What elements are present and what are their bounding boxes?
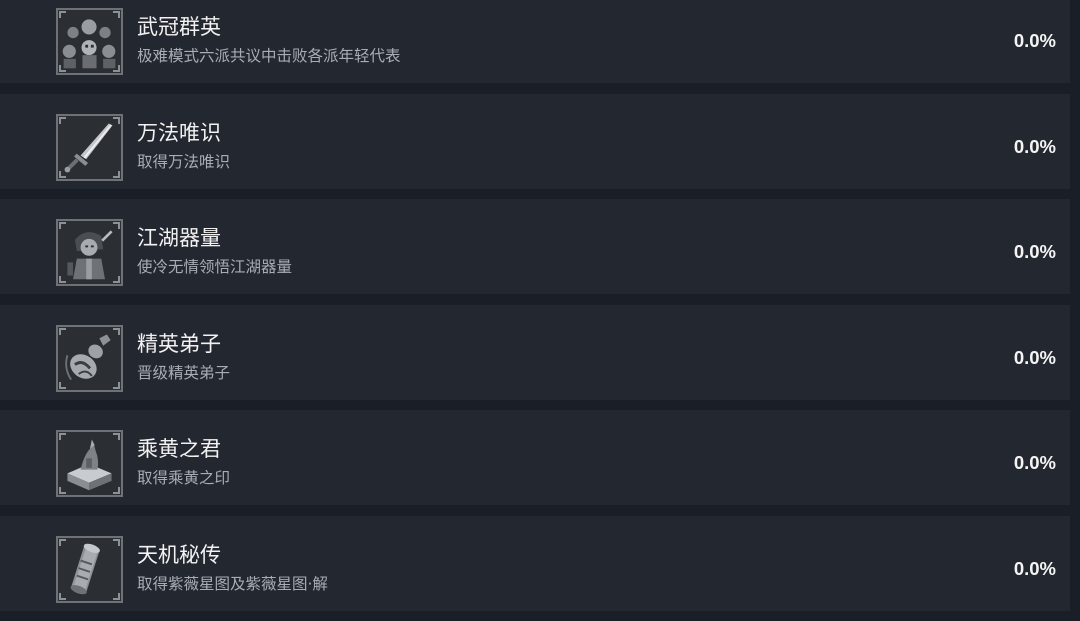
achievement-description: 极难模式六派共议中击败各派年轻代表 (137, 47, 401, 65)
gourd-icon (56, 324, 123, 392)
unlock-percentage: 0.0% (1013, 30, 1056, 51)
achievement-description: 晋级精英弟子 (137, 363, 231, 382)
achievement-row[interactable]: 乘黄之君 取得乘黄之印 0.0% (0, 410, 1070, 505)
achievement-description: 取得万法唯识 (137, 152, 231, 171)
achievement-row[interactable]: 江湖器量 使冷无情领悟江湖器量 0.0% (0, 199, 1070, 294)
unlock-percentage: 0.0% (1013, 241, 1056, 262)
sword-icon (56, 113, 123, 181)
achievement-title: 万法唯识 (137, 120, 221, 145)
seal-icon (56, 430, 123, 497)
achievement-row[interactable]: 天机秘传 取得紫薇星图及紫薇星图·解 0.0% (0, 515, 1070, 611)
achievement-title: 精英弟子 (137, 331, 221, 356)
scroll-icon (56, 535, 123, 603)
unlock-percentage: 0.0% (1013, 135, 1056, 157)
achievement-description: 取得紫薇星图及紫薇星图·解 (137, 574, 328, 593)
achievement-row[interactable]: 万法唯识 取得万法唯识 0.0% (0, 93, 1070, 189)
achievement-title: 天机秘传 (137, 542, 221, 567)
achievement-row[interactable]: 武冠群英 极难模式六派共议中击败各派年轻代表 0.0% (0, 0, 1070, 83)
achievement-title: 江湖器量 (137, 226, 221, 250)
achievement-description: 取得乘黄之印 (137, 469, 231, 487)
achievement-title: 武冠群英 (137, 15, 221, 39)
achievement-row[interactable]: 精英弟子 晋级精英弟子 0.0% (0, 304, 1070, 400)
achievement-description: 使冷无情领悟江湖器量 (137, 258, 293, 276)
achievement-title: 乘黄之君 (137, 437, 221, 461)
unlock-percentage: 0.0% (1013, 452, 1056, 473)
group-portrait-icon (56, 8, 123, 75)
achievement-list: 武冠群英 极难模式六派共议中击败各派年轻代表 0.0% 万法唯识 取得万法唯识 … (0, 0, 1070, 621)
unlock-percentage: 0.0% (1013, 557, 1056, 579)
unlock-percentage: 0.0% (1013, 346, 1056, 368)
warrior-portrait-icon (56, 219, 123, 286)
